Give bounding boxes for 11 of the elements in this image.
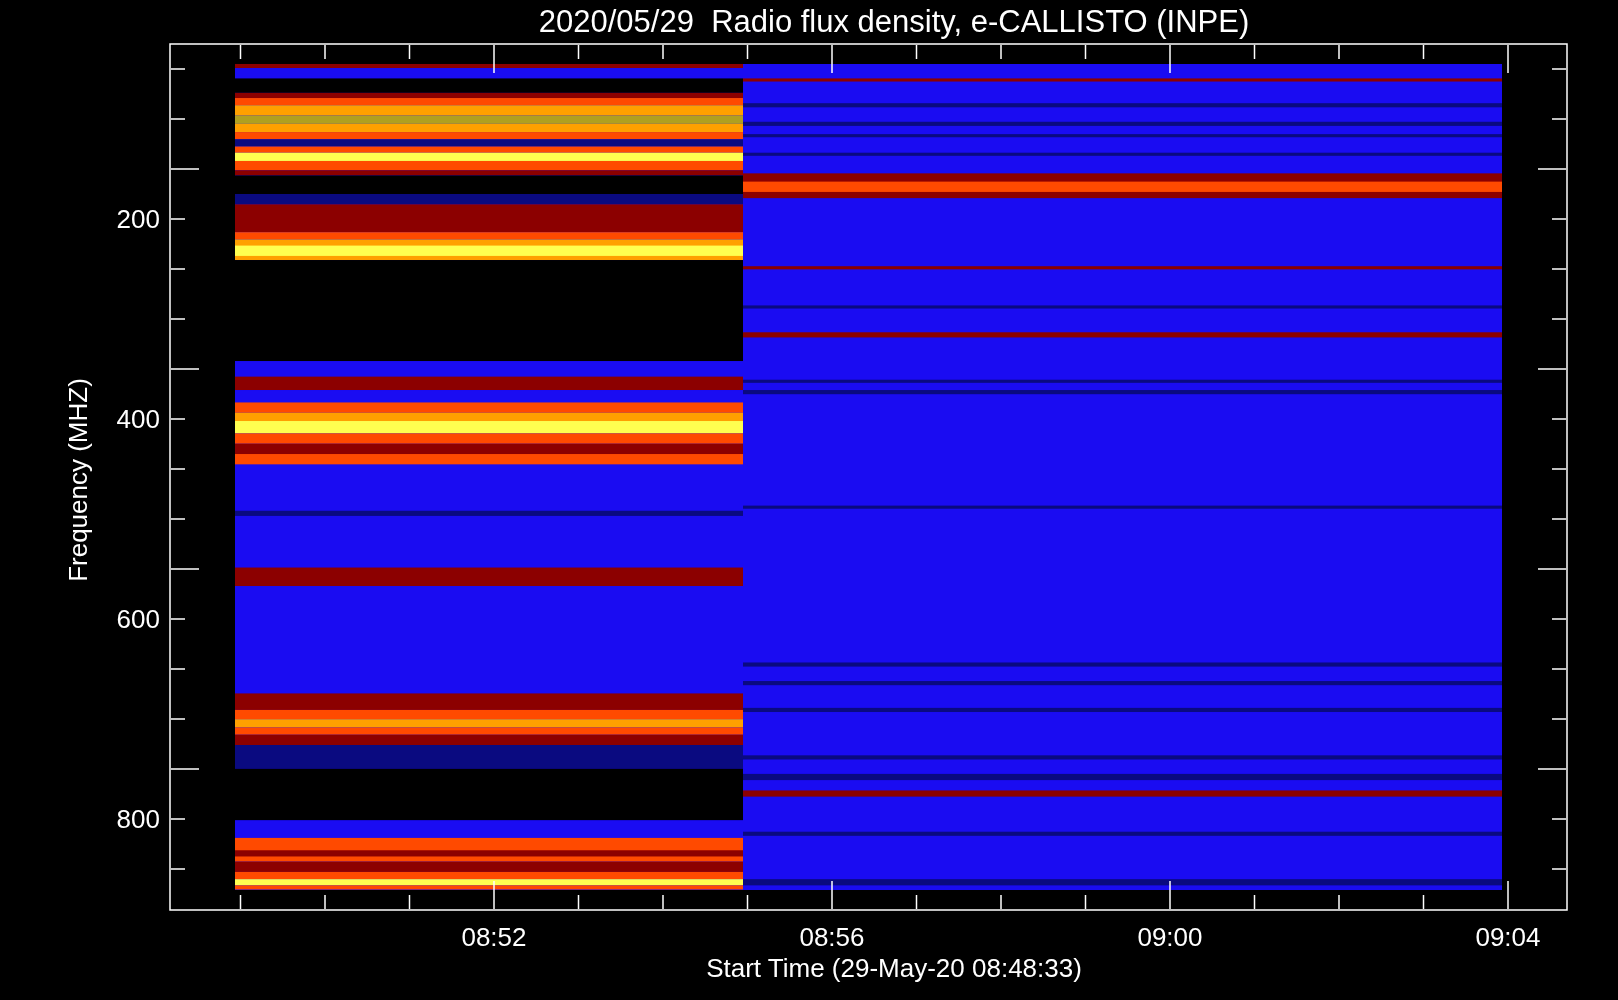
tick-label: 09:00: [1137, 922, 1203, 952]
tick-label: 08:56: [799, 922, 865, 952]
chart-title: 2020/05/29 Radio flux density, e-CALLISTO (INPE): [538, 6, 1250, 37]
tick-label: 400: [116, 404, 160, 434]
tick-label: 09:04: [1475, 922, 1541, 952]
tick-label: 600: [116, 604, 160, 634]
x-axis-label: Start Time (29-May-20 08:48:33): [706, 955, 1082, 981]
tick-label: 800: [116, 804, 160, 834]
y-axis-label: Frequency (MHZ): [64, 378, 91, 582]
tick-label: 08:52: [461, 922, 527, 952]
tick-label: 200: [116, 204, 160, 234]
